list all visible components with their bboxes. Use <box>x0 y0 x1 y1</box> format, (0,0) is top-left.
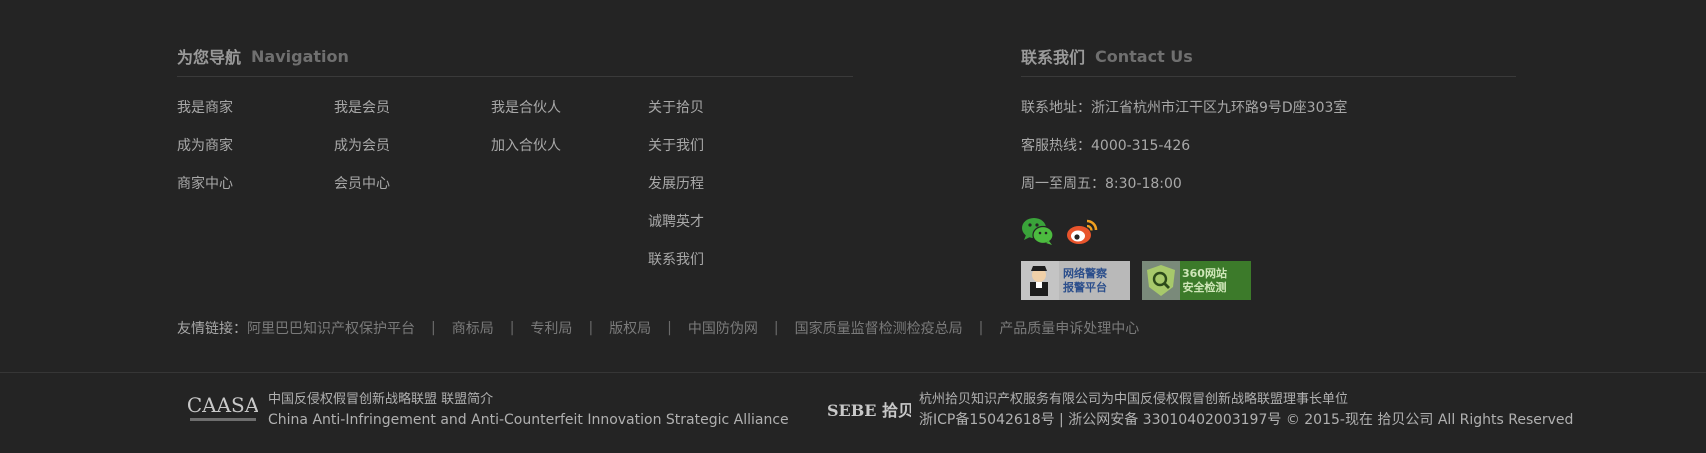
friend-link-alibaba-ip[interactable]: 阿里巴巴知识产权保护平台 <box>247 318 415 338</box>
nav-link-contact[interactable]: 联系我们 <box>648 241 805 279</box>
nav-link-about-shibei[interactable]: 关于拾贝 <box>648 89 805 127</box>
friend-link-copyright-office[interactable]: 版权局 <box>609 318 651 338</box>
friend-links-label: 友情链接： <box>177 321 247 337</box>
contact-section: 联系我们 Contact Us 联系地址：浙江省杭州市江干区九环路9号D座303… <box>1021 36 1516 300</box>
police-report-badge[interactable]: 网络警察 报警平台 <box>1021 261 1130 300</box>
nav-link-member[interactable]: 我是会员 <box>334 89 491 127</box>
alliance-line-cn[interactable]: 中国反侵权假冒创新战略联盟 联盟简介 <box>268 390 789 410</box>
nav-link-merchant-center[interactable]: 商家中心 <box>177 165 334 203</box>
nav-column: 我是合伙人 加入合伙人 <box>491 89 648 279</box>
wechat-icon[interactable] <box>1021 216 1055 246</box>
svg-text:CAASA: CAASA <box>188 393 258 417</box>
safe-360-badge-text: 360网站 安全检测 <box>1182 266 1227 294</box>
company-line-1: 杭州拾贝知识产权服务有限公司为中国反侵权假冒创新战略联盟理事长单位 <box>919 392 1349 407</box>
company-text: 杭州拾贝知识产权服务有限公司为中国反侵权假冒创新战略联盟理事长单位 浙ICP备1… <box>919 390 1573 430</box>
alliance-info: CAASA 中国反侵权假冒创新战略联盟 联盟简介 China Anti-Infr… <box>188 390 789 430</box>
friend-links: 友情链接： 阿里巴巴知识产权保护平台 | 商标局 | 专利局 | 版权局 | 中… <box>177 316 1139 340</box>
company-line-2: 浙ICP备15042618号 | 浙公网安备 33010402003197号 ©… <box>919 412 1574 428</box>
friend-link-aqsiq[interactable]: 国家质量监督检测检疫总局 <box>795 318 963 338</box>
link-separator: | <box>773 320 779 336</box>
navigation-section: 为您导航 Navigation 我是商家 成为商家 商家中心 我是会员 成为会员… <box>177 36 853 279</box>
link-separator: | <box>509 320 515 336</box>
site-footer: 为您导航 Navigation 我是商家 成为商家 商家中心 我是会员 成为会员… <box>0 0 1706 453</box>
link-separator: | <box>588 320 594 336</box>
nav-column: 我是会员 成为会员 会员中心 <box>334 89 491 279</box>
caasa-logo[interactable]: CAASA <box>188 392 258 428</box>
navigation-columns: 我是商家 成为商家 商家中心 我是会员 成为会员 会员中心 我是合伙人 加入合伙… <box>177 77 853 279</box>
contact-address: 联系地址：浙江省杭州市江干区九环路9号D座303室 <box>1021 100 1348 116</box>
bottom-bar: CAASA 中国反侵权假冒创新战略联盟 联盟简介 China Anti-Infr… <box>0 373 1706 453</box>
nav-link-join-partner[interactable]: 加入合伙人 <box>491 127 648 165</box>
nav-column: 关于拾贝 关于我们 发展历程 诚聘英才 联系我们 <box>648 89 805 279</box>
nav-link-member-center[interactable]: 会员中心 <box>334 165 491 203</box>
contact-title-cn: 联系我们 <box>1021 48 1086 67</box>
police-icon <box>1021 261 1059 300</box>
alliance-line-en: China Anti-Infringement and Anti-Counter… <box>268 412 789 428</box>
company-info: SEBE 拾贝 杭州拾贝知识产权服务有限公司为中国反侵权假冒创新战略联盟理事长单… <box>827 390 1573 430</box>
navigation-title-cn: 为您导航 <box>177 48 242 67</box>
contact-lines: 联系地址：浙江省杭州市江干区九环路9号D座303室 客服热线：4000-315-… <box>1021 77 1516 203</box>
contact-title: 联系我们 Contact Us <box>1021 36 1516 77</box>
nav-column: 我是商家 成为商家 商家中心 <box>177 89 334 279</box>
social-icons <box>1021 215 1516 247</box>
svg-text:SEBE 拾贝: SEBE 拾贝 <box>827 401 911 420</box>
contact-hotline: 客服热线：4000-315-426 <box>1021 138 1191 154</box>
navigation-title-en: Navigation <box>251 46 349 66</box>
contact-hours: 周一至周五：8:30-18:00 <box>1021 176 1182 192</box>
contact-title-en: Contact Us <box>1095 46 1193 66</box>
link-separator: | <box>667 320 672 336</box>
link-separator: | <box>978 320 984 336</box>
nav-link-careers[interactable]: 诚聘英才 <box>648 203 805 241</box>
friend-link-quality-complaint[interactable]: 产品质量申诉处理中心 <box>999 318 1139 338</box>
nav-link-become-merchant[interactable]: 成为商家 <box>177 127 334 165</box>
weibo-icon[interactable] <box>1065 216 1099 246</box>
nav-link-about-us[interactable]: 关于我们 <box>648 127 805 165</box>
police-badge-text: 网络警察 报警平台 <box>1063 266 1107 294</box>
friend-link-trademark-office[interactable]: 商标局 <box>452 318 494 338</box>
safe-360-badge[interactable]: 360网站 安全检测 <box>1142 261 1251 300</box>
shield-search-icon <box>1142 261 1180 300</box>
nav-link-become-member[interactable]: 成为会员 <box>334 127 491 165</box>
nav-link-partner[interactable]: 我是合伙人 <box>491 89 648 127</box>
friend-link-patent-office[interactable]: 专利局 <box>530 318 572 338</box>
sebe-logo[interactable]: SEBE 拾贝 <box>827 398 911 422</box>
link-separator: | <box>431 320 436 336</box>
nav-link-merchant[interactable]: 我是商家 <box>177 89 334 127</box>
nav-link-history[interactable]: 发展历程 <box>648 165 805 203</box>
certification-badges: 网络警察 报警平台 360网站 安全检测 <box>1021 261 1516 300</box>
navigation-title: 为您导航 Navigation <box>177 36 853 77</box>
friend-link-anti-counterfeit[interactable]: 中国防伪网 <box>688 318 758 338</box>
alliance-text: 中国反侵权假冒创新战略联盟 联盟简介 China Anti-Infringeme… <box>268 390 789 430</box>
